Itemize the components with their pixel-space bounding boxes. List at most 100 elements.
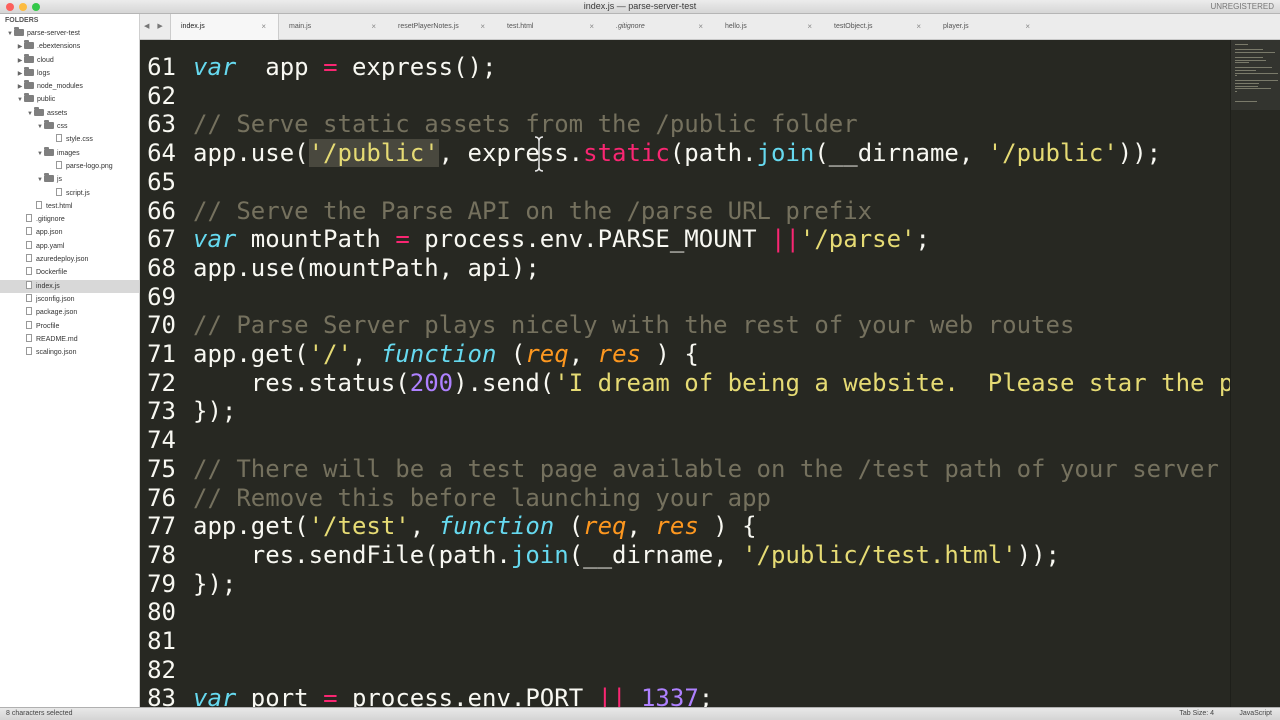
disclosure-open-icon[interactable]: ▼ [36,121,44,134]
folder-icon [24,53,34,63]
minimap-line [1235,44,1248,45]
tree-file[interactable]: jsconfig.json [0,293,139,306]
tab-close-icon[interactable]: × [807,14,812,40]
tree-file[interactable]: test.html [0,200,139,213]
code-line[interactable]: 76 // Remove this before launching your a… [140,484,771,513]
tab-close-icon[interactable]: × [916,14,921,40]
tab-index-js[interactable]: index.js × [170,14,279,40]
minimap-viewport[interactable] [1231,40,1280,110]
code-line[interactable]: 61 var app = express(); [140,53,496,82]
disclosure-closed-icon[interactable]: ▶ [16,68,24,81]
tab-close-icon[interactable]: × [371,14,376,40]
code-line[interactable]: 68 app.use(mountPath, api); [140,254,540,283]
code-line[interactable]: 71 app.get('/', function (req, res ) { [140,340,699,369]
tree-item-label: Dockerfile [36,269,68,277]
code-editor[interactable]: 61 var app = express(); 62 63 // Serve stati… [140,40,1230,707]
tree-file[interactable]: scalingo.json [0,346,139,359]
minimap[interactable] [1230,40,1280,707]
tab-label: index.js [181,23,205,30]
tree-folder[interactable]: ▼ public [0,93,139,106]
code-line[interactable]: 64 app.use('/public', express.static(path… [140,139,1161,168]
tab-hello-js[interactable]: hello.js × [715,14,824,40]
minimap-line [1235,80,1278,82]
code-line[interactable]: 79}); [140,570,236,599]
code-line[interactable]: 70 // Parse Server plays nicely with the … [140,311,1074,340]
tree-file[interactable]: Procfile [0,320,139,333]
disclosure-open-icon[interactable]: ▼ [6,28,14,41]
code-line[interactable]: 81 [140,627,176,656]
disclosure-closed-icon[interactable]: ▶ [16,41,24,54]
tree-folder[interactable]: ▶ .ebextensions [0,40,139,53]
tree-file[interactable]: package.json [0,306,139,319]
tree-folder[interactable]: ▼ assets [0,106,139,121]
disclosure-open-icon[interactable]: ▼ [36,174,44,187]
code-line[interactable]: 74 [140,426,176,455]
tab-size-selector[interactable]: Tab Size: 4 [1179,710,1214,717]
code-line[interactable]: 65 [140,168,176,197]
line-number: 73 [147,397,176,426]
tree-file[interactable]: index.js [0,279,139,293]
tab-close-icon[interactable]: × [1025,14,1030,40]
syntax-selector[interactable]: JavaScript [1239,710,1272,717]
code-line[interactable]: 82 [140,656,176,685]
tree-folder[interactable]: ▶ cloud [0,53,139,68]
code-line[interactable]: 67 var mountPath = process.env.PARSE_MOUN… [140,225,930,254]
tab-player-js[interactable]: player.js × [933,14,1042,40]
code-token: res [597,340,641,368]
disclosure-open-icon[interactable]: ▼ [26,108,34,121]
tab-next-icon[interactable]: ▶ [157,23,162,30]
code-line[interactable]: 80 [140,598,176,627]
tab-close-icon[interactable]: × [698,14,703,40]
tree-folder[interactable]: ▼ js [0,173,139,186]
tree-folder[interactable]: ▶ logs [0,66,139,81]
code-token: '/parse' [799,225,916,254]
tab-resetplayernotes-js[interactable]: resetPlayerNotes.js × [388,14,497,40]
tab-test-html[interactable]: test.html × [497,14,606,40]
disclosure-closed-icon[interactable]: ▶ [16,81,24,94]
tab-main-js[interactable]: main.js × [279,14,388,40]
code-line[interactable]: 69 [140,283,176,312]
tree-file[interactable]: parse-logo.png [0,160,139,173]
code-token: port [236,684,324,707]
code-token: req [525,340,569,368]
disclosure-open-icon[interactable]: ▼ [36,148,44,161]
tree-file[interactable]: azuredeploy.json [0,253,139,266]
code-line[interactable]: 62 [140,82,176,111]
tree-file[interactable]: app.yaml [0,240,139,253]
tree-file[interactable]: app.json [0,226,139,239]
tree-file[interactable]: README.md [0,333,139,346]
file-icon [26,347,32,356]
disclosure-open-icon[interactable]: ▼ [16,94,24,107]
code-line[interactable]: 73}); [140,397,236,426]
tree-file[interactable]: script.js [0,187,139,200]
code-token: )); [1117,139,1162,168]
tab-gitignore[interactable]: .gitignore × [606,14,715,40]
code-text: app.get('/test', function (req, res ) { [193,512,757,541]
tree-folder[interactable]: ▼ css [0,120,139,133]
tree-folder[interactable]: ▶ node_modules [0,80,139,93]
tree-item-label: public [37,96,56,104]
code-line[interactable]: 72 res.status(200).send('I dream of bein… [140,369,1230,398]
tree-file[interactable]: .gitignore [0,213,139,226]
line-number: 61 [147,53,176,81]
tree-folder[interactable]: ▼ images [0,146,139,161]
tab-testobject-js[interactable]: testObject.js × [824,14,933,40]
tab-prev-icon[interactable]: ◀ [144,23,149,30]
tree-folder[interactable]: ▼ parse-server-test [0,27,139,40]
code-line[interactable]: 83 var port = process.env.PORT || 1337; [140,684,713,707]
disclosure-closed-icon[interactable]: ▶ [16,55,24,68]
code-line[interactable]: 63 // Serve static assets from the /publi… [140,110,858,139]
tab-close-icon[interactable]: × [589,14,594,40]
code-token: ; [915,225,930,254]
tab-close-icon[interactable]: × [261,14,266,40]
tree-file[interactable]: Dockerfile [0,266,139,279]
code-token: 1337 [640,684,699,707]
tab-close-icon[interactable]: × [480,14,485,40]
code-line[interactable]: 66 // Serve the Parse API on the /parse U… [140,197,872,226]
code-line[interactable]: 75 // There will be a test page available… [140,455,1219,484]
code-token: function [438,512,555,541]
code-line[interactable]: 77 app.get('/test', function (req, res ) … [140,512,756,541]
code-line[interactable]: 78 res.sendFile(path.join(__dirname, '/p… [140,541,1060,570]
tab-label: hello.js [725,23,747,30]
tree-file[interactable]: style.css [0,133,139,146]
